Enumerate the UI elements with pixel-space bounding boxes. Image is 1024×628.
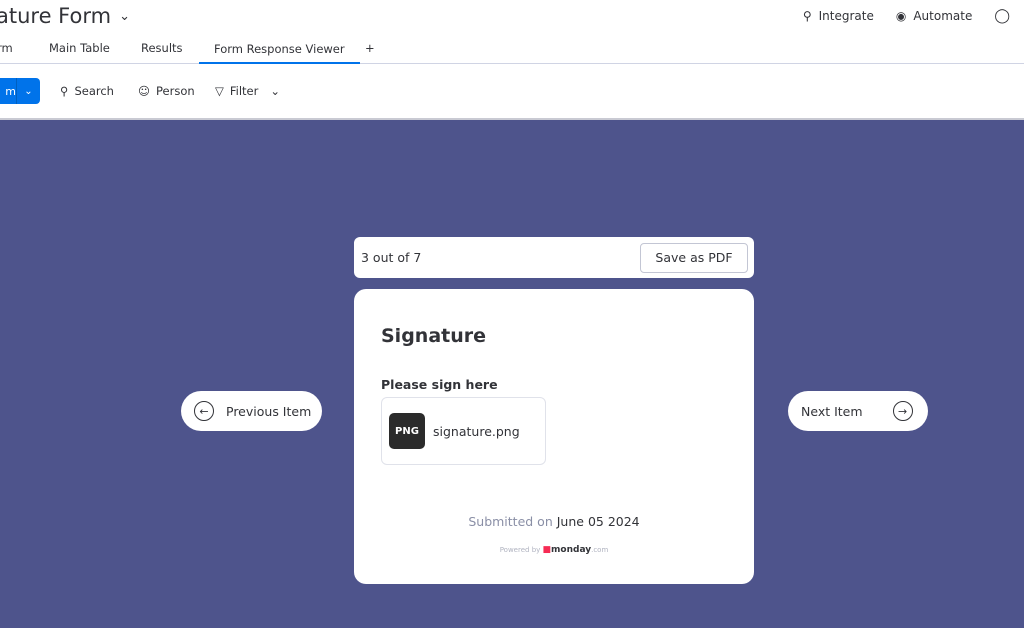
chevron-down-icon[interactable]: ⌄ <box>16 78 40 104</box>
monday-logo-icon: ■ <box>542 545 552 555</box>
tab-main-table[interactable]: Main Table <box>49 41 110 55</box>
automate-button[interactable]: ◉ Automate <box>896 9 972 23</box>
item-counter: 3 out of 7 <box>361 250 422 265</box>
next-item-button[interactable]: Next Item → <box>788 391 928 431</box>
response-card: Signature Please sign here PNG signature… <box>354 289 754 584</box>
powered-by: Powered by ■monday.com <box>499 545 609 555</box>
robot-icon: ◉ <box>895 9 907 23</box>
tab-form[interactable]: rm <box>0 41 13 55</box>
plug-icon: ⚲ <box>802 9 812 23</box>
search-icon: ⚲ <box>60 84 69 98</box>
save-as-pdf-button[interactable]: Save as PDF <box>640 242 748 273</box>
arrow-left-icon: ← <box>194 401 214 421</box>
person-button[interactable]: ☺ Person <box>138 84 195 98</box>
filter-button[interactable]: ▽ Filter ⌄ <box>215 84 280 98</box>
question-label: Please sign here <box>381 377 498 392</box>
tab-results[interactable]: Results <box>141 41 183 55</box>
tab-form-response-viewer[interactable]: Form Response Viewer <box>199 42 360 64</box>
submitted-date: Submitted on June 05 2024 <box>468 514 640 529</box>
png-file-icon: PNG <box>389 413 425 449</box>
chevron-down-icon[interactable]: ⌄ <box>119 9 130 24</box>
file-attachment[interactable]: PNG signature.png <box>381 397 546 465</box>
previous-item-button[interactable]: ← Previous Item <box>181 391 322 431</box>
item-counter-bar: 3 out of 7 Save as PDF <box>354 237 754 278</box>
file-name: signature.png <box>433 423 520 439</box>
form-title: Signature <box>381 325 487 347</box>
add-view-button[interactable]: + <box>365 41 375 55</box>
new-item-button[interactable]: m ⌄ <box>0 78 40 104</box>
filter-icon: ▽ <box>215 84 224 98</box>
view-tabs: rm Main Table Results Form Response View… <box>0 38 1024 64</box>
chat-icon: ◯ <box>994 8 1010 24</box>
chevron-down-icon[interactable]: ⌄ <box>270 84 280 98</box>
integrate-button[interactable]: ⚲ Integrate <box>803 9 874 23</box>
updates-button[interactable]: ◯ <box>994 8 1010 24</box>
person-icon: ☺ <box>138 84 150 98</box>
arrow-right-icon: → <box>892 401 913 421</box>
search-button[interactable]: ⚲ Search <box>60 84 114 98</box>
board-title[interactable]: ature Form ⌄ <box>0 4 130 28</box>
